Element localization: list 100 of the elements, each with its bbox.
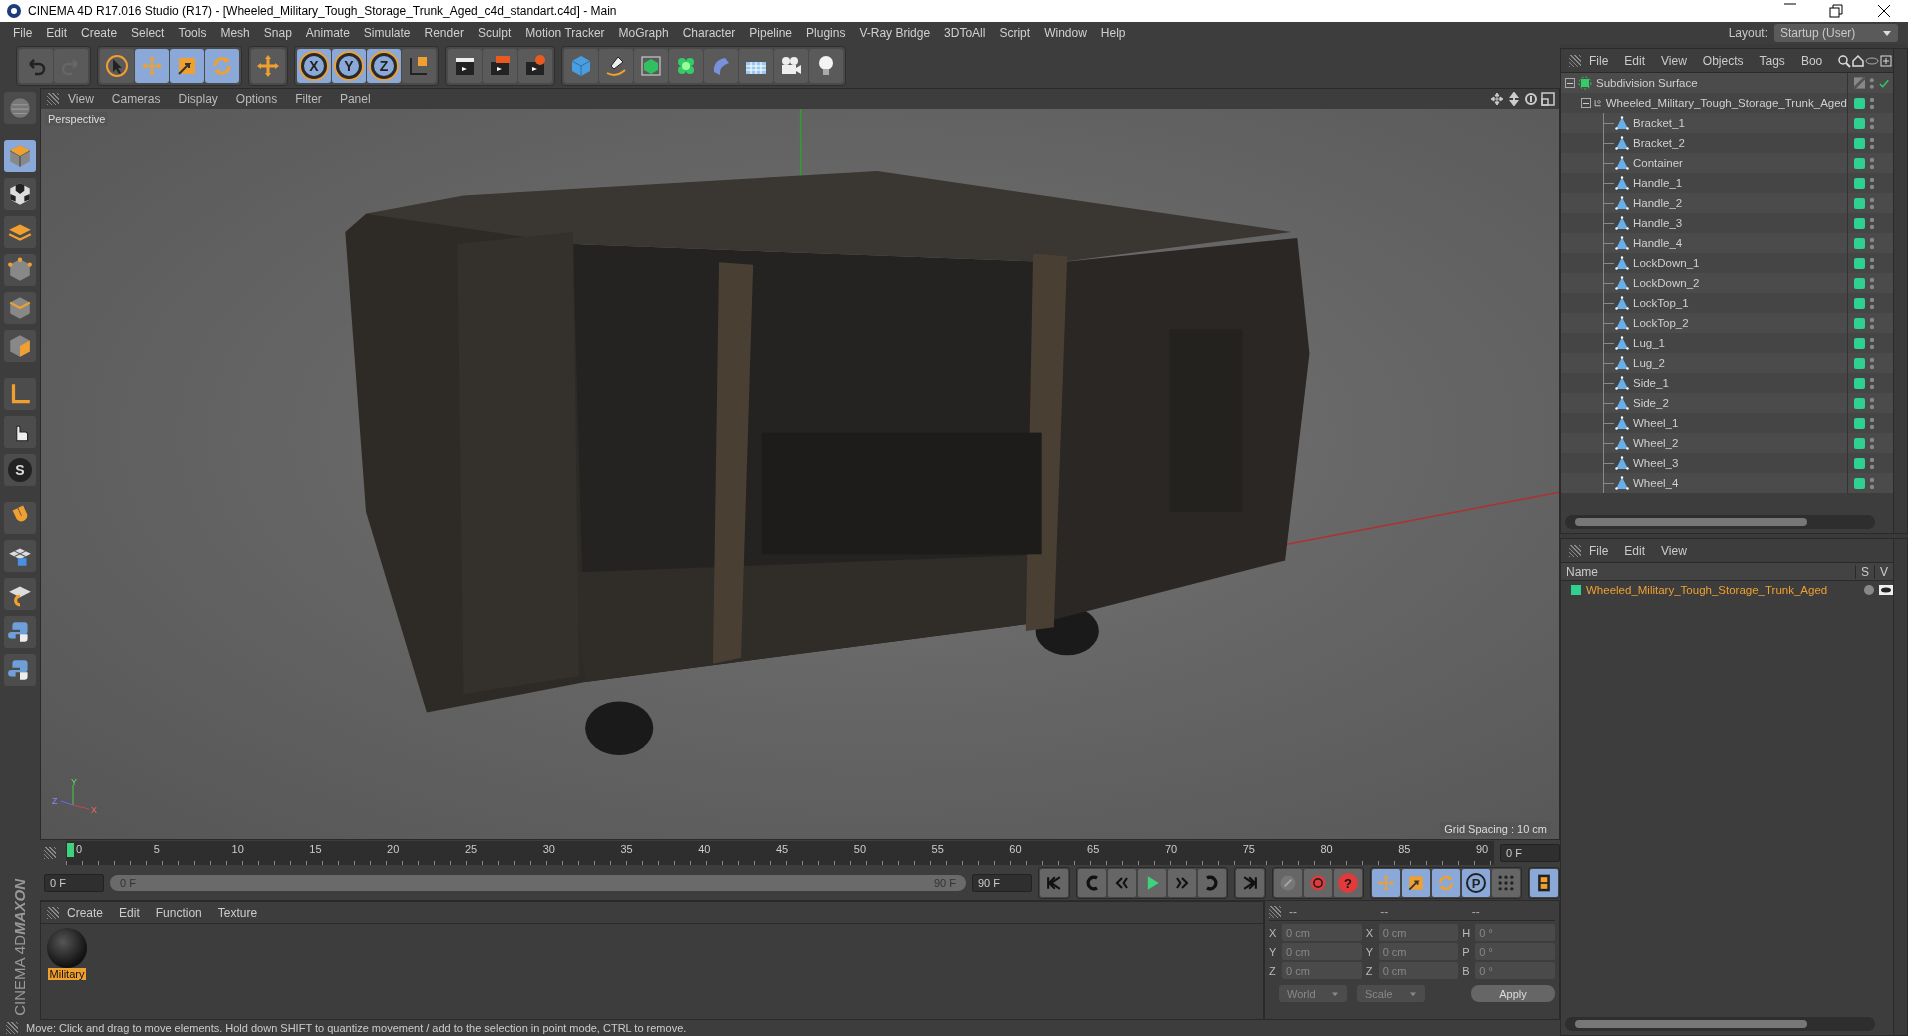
layout-value: Startup (User) <box>1780 26 1856 40</box>
keyframe-selection-button[interactable]: ? <box>1334 869 1362 897</box>
axis-label: X <box>1269 926 1278 939</box>
menu-item[interactable]: Plugins <box>799 26 853 40</box>
menu-item[interactable]: Simulate <box>356 26 418 40</box>
menu-item[interactable]: File <box>1581 543 1617 558</box>
menu-item[interactable]: Display <box>169 92 227 106</box>
menu-item[interactable]: 3DToAll <box>937 26 993 40</box>
object-row[interactable]: LockTop_2 <box>1561 313 1893 333</box>
menu-item[interactable]: View <box>59 92 103 106</box>
material-swatch[interactable]: Military <box>45 928 89 980</box>
menu-item[interactable]: Edit <box>111 905 148 920</box>
menu-item[interactable]: MoGraph <box>611 26 676 40</box>
object-row[interactable]: Lug_2 <box>1561 353 1893 373</box>
axis-label: Y <box>1269 945 1278 958</box>
frame-number: 30 <box>542 843 555 856</box>
menu-item[interactable]: Sculpt <box>470 26 519 40</box>
mode-button[interactable]: S <box>4 454 36 486</box>
grid-spacing-label: Grid Spacing : 10 cm <box>1440 822 1551 836</box>
menu-item[interactable]: Create <box>59 905 112 920</box>
layer-row[interactable]: Wheeled_Military_Tough_Storage_Trunk_Aged <box>1561 581 1893 599</box>
menu-item[interactable]: Select <box>124 26 172 40</box>
material-name: Military <box>47 968 87 980</box>
apply-button[interactable]: Apply <box>1471 985 1555 1002</box>
menu-item[interactable]: Texture <box>209 905 266 920</box>
object-row[interactable]: Handle_1 <box>1561 173 1893 193</box>
menu-item[interactable]: Snap <box>256 26 299 40</box>
menu-item[interactable]: Options <box>226 92 287 106</box>
menu-item[interactable]: Filter <box>286 92 331 106</box>
layer-name: Wheeled_Military_Tough_Storage_Trunk_Aged <box>1586 584 1829 596</box>
frame-number: 40 <box>698 843 711 856</box>
object-name: Wheel_2 <box>1633 437 1680 449</box>
menu-item[interactable]: File <box>6 26 40 40</box>
start-frame-field[interactable]: 0 F <box>44 874 104 892</box>
axis-label: P <box>1462 945 1471 958</box>
menu-item[interactable]: Tools <box>171 26 214 40</box>
axis-label: B <box>1462 964 1471 977</box>
object-row[interactable]: Handle_2 <box>1561 193 1893 213</box>
object-row[interactable]: Wheel_3 <box>1561 453 1893 473</box>
object-row[interactable]: Side_2 <box>1561 393 1893 413</box>
menu-item[interactable]: Cameras <box>102 92 170 106</box>
object-row[interactable]: Handle_4 <box>1561 233 1893 253</box>
object-row[interactable]: Wheeled_Military_Tough_Storage_Trunk_Aged <box>1561 93 1893 113</box>
object-name: Side_2 <box>1633 397 1670 409</box>
frame-number: 5 <box>153 843 160 856</box>
menu-item[interactable]: View <box>1653 543 1695 558</box>
object-row[interactable]: Lug_1 <box>1561 333 1893 353</box>
menu-item[interactable]: Edit <box>1616 53 1654 68</box>
object-name: Bracket_2 <box>1633 137 1686 149</box>
window-title: CINEMA 4D R17.016 Studio (R17) - [Wheeled_Military_Tough_Storage_Trunk_Aged_c4d_standart.c4d] - Main <box>28 4 618 18</box>
object-row[interactable]: Wheel_4 <box>1561 473 1893 493</box>
layout-dropdown[interactable]: Startup (User) <box>1774 24 1898 42</box>
key-parameter-button[interactable]: P <box>1462 869 1490 897</box>
dropdown-value: World <box>1287 987 1316 1000</box>
object-row[interactable]: LockDown_2 <box>1561 273 1893 293</box>
menu-item[interactable]: Animate <box>298 26 357 40</box>
layout-label: Layout: <box>1728 26 1768 40</box>
menu-item[interactable]: Edit <box>1616 543 1654 558</box>
menu-item[interactable]: Objects <box>1694 53 1752 68</box>
menu-item[interactable]: Boo <box>1792 53 1831 68</box>
current-frame-field[interactable]: 0 F <box>1500 844 1560 862</box>
menu-item[interactable]: Render <box>417 26 471 40</box>
object-row[interactable]: Side_1 <box>1561 373 1893 393</box>
object-name: LockDown_1 <box>1633 257 1701 269</box>
menu-item[interactable]: Character <box>675 26 743 40</box>
object-row[interactable]: LockDown_1 <box>1561 253 1893 273</box>
end-frame-field[interactable]: 90 F <box>972 874 1032 892</box>
object-row[interactable]: LockTop_1 <box>1561 293 1893 313</box>
menu-item[interactable]: Panel <box>330 92 380 106</box>
object-row[interactable]: Bracket_2 <box>1561 133 1893 153</box>
menu-item[interactable]: View <box>1653 53 1695 68</box>
column-header: S <box>1854 564 1874 579</box>
menu-item[interactable]: Edit <box>39 26 75 40</box>
object-row[interactable]: Subdivision Surface <box>1561 73 1893 93</box>
object-row[interactable]: Wheel_2 <box>1561 433 1893 453</box>
menu-item[interactable]: Function <box>147 905 210 920</box>
menu-item[interactable]: Create <box>74 26 125 40</box>
menu-item[interactable]: Motion Tracker <box>518 26 612 40</box>
status-message: Move: Click and drag to move elements. Hold down SHIFT to quantize movement / add to the selection in point mode, CTRL to remove. <box>26 1022 687 1034</box>
timeline-ruler[interactable]: 0 5 10 15 20 25 30 35 40 45 50 55 60 65 70 75 80 85 90 <box>66 841 1494 865</box>
frame-number: 0 <box>76 843 83 856</box>
frame-number: 20 <box>387 843 400 856</box>
axis-lock-button[interactable]: X <box>297 49 331 83</box>
menu-item[interactable]: V-Ray Bridge <box>852 26 938 40</box>
menu-item[interactable]: Pipeline <box>742 26 800 40</box>
menu-item[interactable]: Script <box>992 26 1038 40</box>
menu-item[interactable]: Window <box>1037 26 1094 40</box>
object-row[interactable]: Bracket_1 <box>1561 113 1893 133</box>
frame-number: 50 <box>853 843 866 856</box>
menu-item[interactable]: Help <box>1093 26 1133 40</box>
object-row[interactable]: Wheel_1 <box>1561 413 1893 433</box>
object-name: Handle_1 <box>1633 177 1684 189</box>
menu-item[interactable]: Mesh <box>213 26 257 40</box>
object-row[interactable]: Container <box>1561 153 1893 173</box>
axis-lock-button[interactable]: Z <box>367 49 401 83</box>
axis-lock-button[interactable]: Y <box>332 49 366 83</box>
menu-item[interactable]: Tags <box>1751 53 1793 68</box>
menu-item[interactable]: File <box>1581 53 1617 68</box>
object-row[interactable]: Handle_3 <box>1561 213 1893 233</box>
axis-label: H <box>1462 926 1472 939</box>
